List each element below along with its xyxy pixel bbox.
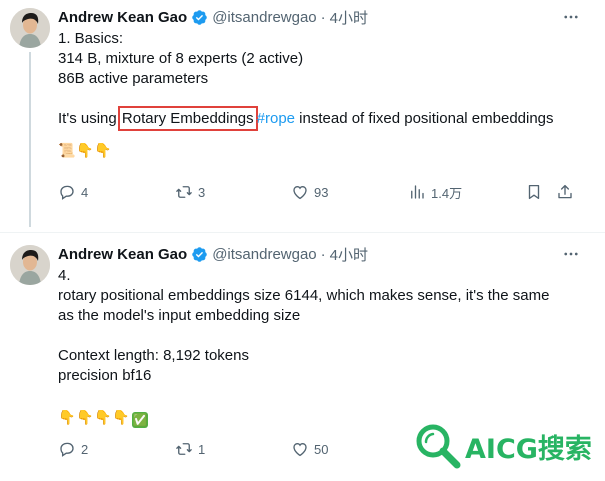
author-handle[interactable]: @itsandrewgao [212,9,316,26]
text-line: precision bf16 [58,367,152,384]
views-chart-icon [411,185,424,199]
text-line: 4. [58,267,71,284]
views-button[interactable]: 1.4万 [408,182,462,202]
text-line: It's using Rotary Embeddings #rope instea… [58,106,587,131]
pointing-down-emoji: 👇 [76,142,94,158]
avatar[interactable] [10,245,50,285]
retweet-icon [176,443,192,455]
tweet-header: Andrew Kean Gao @itsandrewgao · 4小时 [58,243,368,265]
like-button[interactable]: 93 [291,182,328,202]
text-fragment: It's using [58,110,121,127]
scroll-emoji: 📜 [58,142,76,158]
watermark-logo: AICG搜索 [413,420,592,472]
text-line: Context length: 8,192 tokens [58,347,249,364]
bookmark-icon [528,184,540,200]
reply-count: 4 [81,184,89,200]
reply-button[interactable]: 4 [58,182,88,202]
retweet-count: 3 [198,184,206,200]
watermark-text: AICG搜索 [465,433,592,465]
reply-icon [60,442,74,457]
text-line: 86B active parameters [58,70,209,87]
dot-separator: · [320,8,326,26]
post-time[interactable]: 4小时 [330,244,368,265]
pointing-down-emoji: 👇 [94,142,112,158]
share-button[interactable] [556,182,574,202]
retweet-count: 1 [198,441,206,457]
post-time[interactable]: 4小时 [330,7,368,28]
verified-badge-icon [191,9,208,26]
reply-button[interactable]: 2 [58,439,88,459]
thread-line [29,52,31,227]
heart-icon [293,442,307,457]
verified-badge-icon [191,246,208,263]
check-mark-emoji: ✅ [132,412,148,428]
bookmark-button[interactable] [525,182,543,202]
like-button[interactable]: 50 [291,439,328,459]
text-line: as the model's input embedding size [58,307,301,324]
share-icon [558,184,572,199]
heart-icon [293,185,307,200]
like-count: 93 [314,184,329,200]
text-line: 314 B, mixture of 8 experts (2 active) [58,50,304,67]
author-name[interactable]: Andrew Kean Gao [58,246,187,263]
reply-count: 2 [81,441,89,457]
author-handle[interactable]: @itsandrewgao [212,246,316,263]
pointing-down-emoji: 👇 [58,409,76,425]
pointing-down-emoji: 👇 [94,409,112,425]
text-line: 1. Basics: [58,30,124,47]
retweet-icon [176,186,192,198]
tweet-1[interactable]: Andrew Kean Gao @itsandrewgao · 4小时 1. B… [0,0,605,227]
magnifier-icon [416,424,461,469]
reply-icon [60,185,74,200]
action-bar: 4 3 93 1.4万 [58,182,585,202]
author-name[interactable]: Andrew Kean Gao [58,9,187,26]
text-line: rotary positional embeddings size 6144, … [58,287,550,304]
avatar[interactable] [10,8,50,48]
pointing-down-emoji: 👇 [76,409,94,425]
retweet-button[interactable]: 3 [175,182,205,202]
tweet-divider [0,232,605,233]
text-fragment: instead of fixed positional embeddings [295,110,554,127]
more-options-icon[interactable] [561,244,581,264]
more-options-icon[interactable] [561,7,581,27]
tweet-text: 4. rotary positional embeddings size 614… [58,266,587,428]
tweet-text: 1. Basics: 314 B, mixture of 8 experts (… [58,29,587,161]
highlighted-phrase: Rotary Embeddings [117,106,258,131]
emoji-row: 📜👇👇 [58,139,587,161]
like-count: 50 [314,441,329,457]
hashtag-link[interactable]: #rope [257,110,295,127]
pointing-down-emoji: 👇 [112,409,130,425]
retweet-button[interactable]: 1 [175,439,205,459]
tweet-header: Andrew Kean Gao @itsandrewgao · 4小时 [58,6,368,28]
dot-separator: · [320,245,326,263]
views-count: 1.4万 [431,185,463,201]
